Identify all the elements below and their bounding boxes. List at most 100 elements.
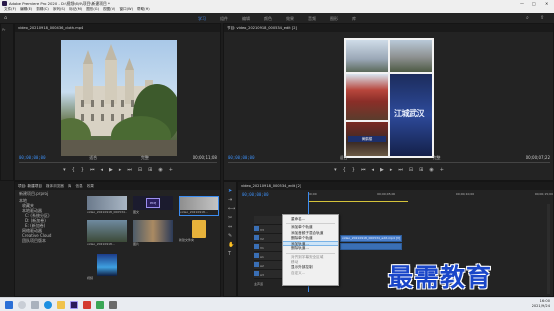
app-icon-2[interactable] [96,301,104,309]
workspace-tab-graphics[interactable]: 图形 [330,16,338,21]
source-controls: ▾ { } ⏮ ◂ ▶ ▸ ⏭ ⊟ ⊞ ◉ + [19,167,217,173]
program-add-button-icon[interactable]: + [440,167,444,173]
project-item[interactable]: 图片 [133,220,173,247]
source-monitor-tab[interactable]: video_20210918_000436_cloth.mp4 [18,26,83,31]
workspace-tab-audio[interactable]: 音频 [308,16,316,21]
source-quality-select[interactable]: 完整 [141,155,149,160]
type-tool-icon[interactable]: T [228,251,235,257]
premiere-icon[interactable] [70,301,78,309]
pen-tool-icon[interactable]: ✎ [228,233,235,239]
program-monitor-tab[interactable]: 节目: video_20210918_000534_edit [2] [227,26,297,31]
search-taskbar-icon[interactable] [18,301,26,309]
timeline-scrollbar[interactable] [547,204,550,294]
workspace-tab-assembly[interactable]: 组件 [220,16,228,21]
workspace-tab-learn[interactable]: 学习 [198,16,206,21]
home-icon[interactable]: ⌂ [4,15,7,21]
lift-icon[interactable]: ⊟ [409,167,413,173]
razor-icon[interactable]: ✂ [228,215,235,221]
clock-date: 2021/9/24 [531,304,550,308]
program-step-forward-icon[interactable]: ⏭ [398,167,403,173]
insert-icon[interactable]: ⊟ [138,167,142,173]
program-marker-icon[interactable]: ▾ [334,167,337,173]
frame-forward-icon[interactable]: ▸ [119,167,122,173]
project-item[interactable]: video_20210918... [179,196,219,216]
marker-icon[interactable]: ▾ [63,167,66,173]
timeline-tab[interactable]: video_20210918_000534_edit [2] [241,184,301,189]
step-back-icon[interactable]: ⏮ [90,167,95,173]
title-bar: Adobe Premiere Pro 2020 - D:\视频\6\9\项目\新… [0,0,554,7]
source-scrubber[interactable] [19,162,217,163]
close-icon[interactable]: ✕ [545,1,548,6]
program-frame-back-icon[interactable]: ◂ [372,167,375,173]
maximize-icon[interactable]: □ [532,1,536,6]
menu-item-delete-tracks[interactable]: 删除轨道... [283,246,338,251]
export-frame-icon[interactable]: ◉ [158,167,162,173]
selection-tool-icon[interactable]: ➤ [228,188,235,194]
work-area-bar[interactable] [308,201,408,202]
program-export-frame-icon[interactable]: ◉ [429,167,433,173]
task-view-icon[interactable] [31,301,39,309]
project-item[interactable]: 视频 [87,254,127,281]
project-item[interactable]: video_20210918... [87,220,127,247]
program-out-point-icon[interactable]: } [352,167,355,173]
workspace-tab-editing[interactable]: 编辑 [242,16,250,21]
app-icon-1[interactable] [83,301,91,309]
edge-icon[interactable] [44,301,52,309]
slip-tool-icon[interactable]: ⇔ [228,224,235,230]
out-point-icon[interactable]: } [81,167,84,173]
program-frame-forward-icon[interactable]: ▸ [390,167,393,173]
video-clip[interactable]: video_20210918_000534_edit.mp4 [V] [340,235,402,242]
window-title: Adobe Premiere Pro 2020 - D:\视频\6\9\项目\新… [9,1,110,6]
file-explorer-icon[interactable] [57,301,65,309]
program-play-icon[interactable]: ▶ [380,167,384,173]
overwrite-icon[interactable]: ⊞ [148,167,152,173]
program-fit-select[interactable]: 适合 [340,155,348,160]
extract-icon[interactable]: ⊞ [419,167,423,173]
tab-effects[interactable]: 效果 [87,184,94,189]
ruler-label: 00;00;10;00 [455,192,475,196]
source-timecode-right: 00;00;11;08 [192,155,217,160]
audio-clip[interactable] [340,243,402,250]
app-window: Adobe Premiere Pro 2020 - D:\视频\6\9\项目\新… [0,0,554,311]
minimize-icon[interactable]: — [520,1,524,6]
project-item[interactable]: video_20210918_000534... [87,196,127,215]
program-scrubber[interactable] [228,162,550,163]
clock[interactable]: 16:00 2021/9/24 [532,299,550,309]
workspace-tab-effects[interactable]: 效果 [286,16,294,21]
menu-item-rename[interactable]: 重命名... [283,217,338,222]
search-icon[interactable]: ⌕ [526,15,529,21]
program-step-back-icon[interactable]: ⏮ [361,167,366,173]
project-item[interactable]: PRPJ 图文 [133,196,173,215]
program-monitor: 节目: video_20210918_000534_edit [2] 江城武汉 … [223,23,554,181]
hand-tool-icon[interactable]: ✋ [228,242,235,248]
source-fit-select[interactable]: 适合 [89,155,97,160]
taskbar: 16:00 2021/9/24 [0,297,554,311]
app-icon-3[interactable] [109,301,117,309]
share-icon[interactable]: ⇪ [540,15,544,21]
learn-panel: Pr [0,23,14,181]
in-point-icon[interactable]: { [72,167,75,173]
add-button-icon[interactable]: + [169,167,173,173]
track-select-icon[interactable]: ⇥ [228,197,235,203]
workspace-tab-color[interactable]: 颜色 [264,16,272,21]
timeline-ruler[interactable]: 00;00 00;00;05;00 00;00;10;00 00;00;15;0… [308,192,553,200]
frame-back-icon[interactable]: ◂ [101,167,104,173]
start-icon[interactable] [5,301,13,309]
program-in-point-icon[interactable]: { [343,167,346,173]
workspace-tab-libraries[interactable]: 库 [352,16,356,21]
step-forward-icon[interactable]: ⏭ [127,167,132,173]
ripple-edit-icon[interactable]: ⟷ [228,206,235,212]
tab-libraries[interactable]: 库 [68,184,72,189]
tab-info[interactable]: 信息 [75,184,82,189]
thumbnail: PRPJ [133,196,173,210]
project-item[interactable]: 新建文件夹 [179,220,219,243]
tab-project[interactable]: 项目: 新建项目 [18,184,42,189]
tree-item[interactable]: 团队项目版本 [19,238,71,243]
program-quality-select[interactable]: 完整 [433,155,441,160]
play-icon[interactable]: ▶ [109,167,113,173]
tab-media-browser[interactable]: 媒体浏览器 [46,184,64,189]
source-timecode-left[interactable]: 00;00;00;00 [19,155,46,160]
source-monitor-tabbar: video_20210918_000436_cloth.mp4 [15,24,220,32]
timeline-timecode[interactable]: 00;00;00;00 [242,192,269,197]
program-timecode-left[interactable]: 00;00;00;00 [228,155,255,160]
